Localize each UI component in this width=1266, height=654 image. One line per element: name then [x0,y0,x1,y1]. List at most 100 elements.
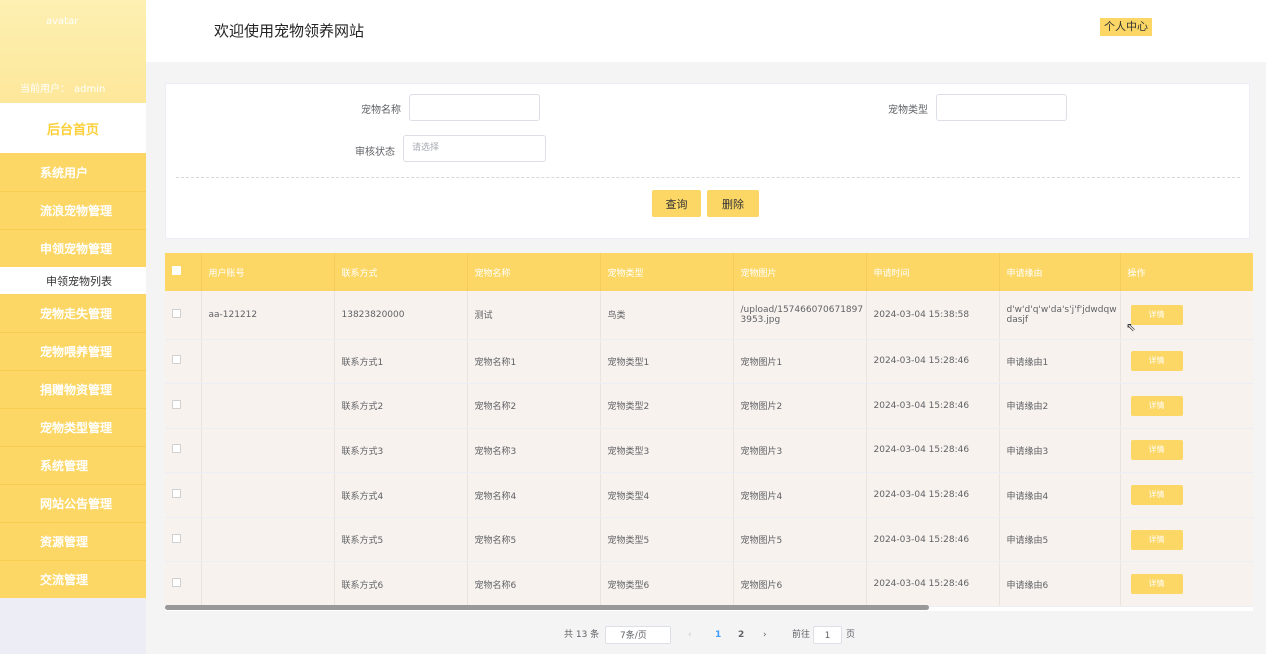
cell-time: 2024-03-04 15:28:46 [866,428,1000,474]
audit-status-select[interactable]: 请选择 [403,135,546,162]
cell-reason: 申请缘由4 [999,472,1121,518]
sidebar: avatar 当前用户： admin 后台首页 系统用户 流浪宠物管理 申领宠物管… [0,0,146,654]
table-row: 联系方式5 宠物名称5 宠物类型5 宠物图片5 2024-03-04 15:28:46 申… [165,517,1253,563]
detail-button[interactable]: 详情 [1130,304,1183,325]
cell-reason: 申请缘由1 [999,339,1121,385]
column-header: 申请时间 [866,253,1000,291]
sidebar-item-system[interactable]: 系统管理 [0,446,146,484]
table-row: 联系方式3 宠物名称3 宠物类型3 宠物图片3 2024-03-04 15:28:46 申… [165,428,1253,474]
cell-reason: 申请缘由6 [999,561,1121,608]
cell-actions: 详情 [1120,472,1253,518]
column-header: 申请缘由 [999,253,1121,291]
page-unit-label: 页 [846,630,856,640]
sidebar-subitem-adoption-list[interactable]: 申领宠物列表 [0,267,146,294]
detail-button[interactable]: 详情 [1130,440,1183,461]
column-header: 操作 [1120,253,1253,291]
sidebar-item-pet-types[interactable]: 宠物类型管理 [0,408,146,446]
goto-label: 前往 [792,630,811,640]
search-panel: 宠物名称 宠物类型 审核状态 请选择 查询 删除 [165,83,1250,239]
table-row: 联系方式2 宠物名称2 宠物类型2 宠物图片2 2024-03-04 15:28:46 申… [165,383,1253,429]
sidebar-item-home[interactable]: 后台首页 [0,103,146,153]
cell-reason: d'w'd'q'w'da's'j'f'jdwdqwdasjf [999,291,1121,340]
table-row: aa-121212 13823820000 测试 鸟类/upload/15746607… [165,291,1253,340]
cell-account [201,339,335,385]
sidebar-item-adoption-management[interactable]: 申领宠物管理 [0,229,146,267]
cell-name: 宠物名称6 [467,561,601,608]
personal-center-button[interactable]: 个人中心 [1100,18,1152,36]
cell-name: 测试 [467,291,601,340]
cell-name: 宠物名称5 [467,517,601,563]
cell-actions: 详情 [1120,428,1253,474]
pet-name-input[interactable] [409,94,540,121]
pet-type-input[interactable] [936,94,1067,121]
horizontal-scrollbar[interactable] [165,605,929,610]
divider [176,177,1240,178]
data-table: 用户账号 联系方式 宠物名称 宠物类型 宠物图片 申请时间 申请缘由 操作 aa… [165,253,1253,611]
pet-name-label: 宠物名称 [361,105,401,116]
sidebar-item-announcements[interactable]: 网站公告管理 [0,484,146,522]
row-checkbox[interactable] [172,444,181,454]
next-page-button[interactable]: › [763,626,767,644]
cell-time: 2024-03-04 15:38:58 [866,291,1000,340]
table-header-row: 用户账号 联系方式 宠物名称 宠物类型 宠物图片 申请时间 申请缘由 操作 [165,253,1253,291]
row-checkbox[interactable] [172,308,181,318]
cell-image: 宠物图片2 [733,383,867,429]
sidebar-item-lost-pets[interactable]: 宠物走失管理 [0,294,146,332]
sidebar-item-pet-feeding[interactable]: 宠物喂养管理 [0,332,146,370]
delete-button[interactable]: 删除 [707,190,759,217]
page-size-select[interactable]: 7条/页 [605,626,671,644]
detail-button[interactable]: 详情 [1130,485,1183,506]
sidebar-item-forum[interactable]: 交流管理 [0,560,146,598]
table-row: 联系方式4 宠物名称4 宠物类型4 宠物图片4 2024-03-04 15:28:46 申… [165,472,1253,518]
page-2-button[interactable]: 2 [738,626,744,644]
mouse-cursor-icon: ⇖ [1126,320,1137,334]
detail-button[interactable]: 详情 [1130,529,1183,550]
sidebar-item-donations[interactable]: 捐赠物资管理 [0,370,146,408]
cell-name: 宠物名称3 [467,428,601,474]
row-checkbox[interactable] [172,489,181,499]
detail-button[interactable]: 详情 [1130,395,1183,416]
sidebar-item-system-users[interactable]: 系统用户 [0,153,146,191]
detail-button[interactable]: 详情 [1130,351,1183,372]
row-select-cell [165,472,202,518]
column-header: 宠物类型 [600,253,734,291]
current-user-name: admin [74,84,106,95]
pet-type-label: 宠物类型 [888,105,928,116]
sidebar-item-stray-pets[interactable]: 流浪宠物管理 [0,191,146,229]
current-user-label: 当前用户： [20,84,70,95]
row-select-cell [165,291,202,340]
row-checkbox[interactable] [172,578,181,588]
row-checkbox[interactable] [172,533,181,543]
cell-image: 宠物图片1 [733,339,867,385]
page-1-button[interactable]: 1 [715,626,721,644]
cell-image: 宠物图片4 [733,472,867,518]
cell-account [201,472,335,518]
cell-actions: 详情 [1120,561,1253,608]
cell-name: 宠物名称2 [467,383,601,429]
cell-image: 宠物图片6 [733,561,867,608]
cell-time: 2024-03-04 15:28:46 [866,561,1000,608]
sidebar-profile: avatar 当前用户： admin [0,0,146,103]
cell-account [201,517,335,563]
cell-actions: 详情 [1120,517,1253,563]
row-checkbox[interactable] [172,399,181,409]
row-checkbox[interactable] [172,355,181,365]
select-all-checkbox[interactable] [172,266,181,275]
detail-button[interactable]: 详情 [1130,574,1183,595]
row-select-cell [165,383,202,429]
current-user: 当前用户： admin [20,80,105,95]
sidebar-item-resources[interactable]: 资源管理 [0,522,146,560]
cell-reason: 申请缘由3 [999,428,1121,474]
row-select-cell [165,561,202,608]
cell-actions: 详情 [1120,339,1253,385]
cell-account: aa-121212 [201,291,335,340]
prev-page-button[interactable]: ‹ [688,626,692,644]
goto-page-input[interactable]: 1 [813,626,842,644]
column-header: 联系方式 [334,253,468,291]
cell-time: 2024-03-04 15:28:46 [866,517,1000,563]
query-button[interactable]: 查询 [652,190,701,217]
cell-actions: 详情 [1120,291,1253,340]
column-header: 宠物名称 [467,253,601,291]
cell-contact: 联系方式5 [334,517,468,563]
column-header: 用户账号 [201,253,335,291]
